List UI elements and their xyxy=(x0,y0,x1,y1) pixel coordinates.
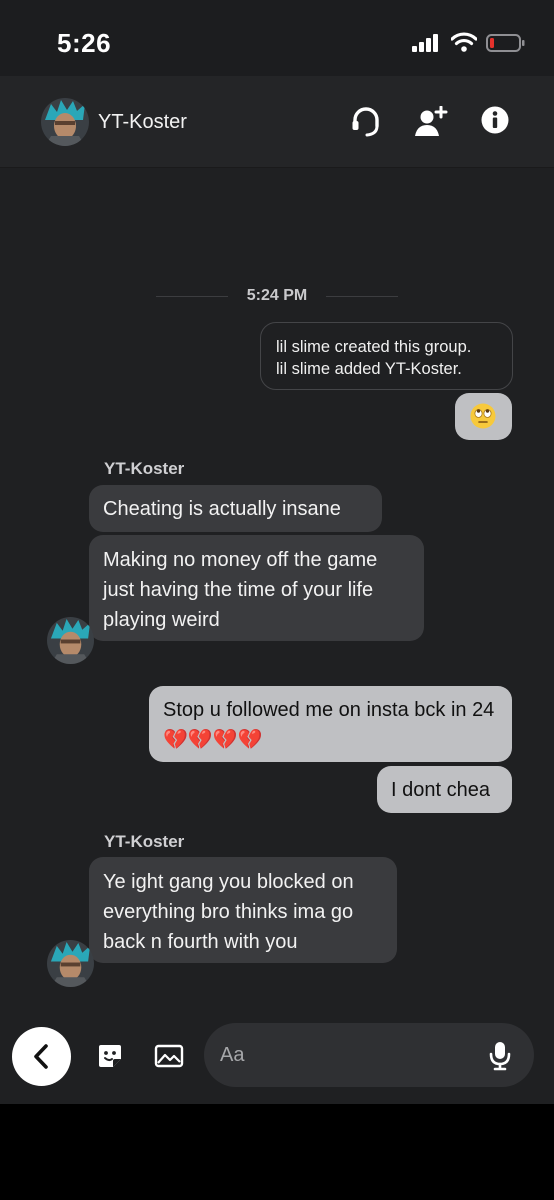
message-bubble-outgoing[interactable]: 🙄 xyxy=(455,393,512,440)
microphone-icon[interactable] xyxy=(489,1041,511,1071)
message-input[interactable]: Aa xyxy=(204,1023,534,1087)
message-text: Making no money off the game just having… xyxy=(103,549,378,631)
back-chevron-icon xyxy=(34,1044,48,1069)
chat-screen: 5:26 YT-Koster 5:24 PM lil slime created… xyxy=(0,0,554,1104)
message-text: Stop u followed me on insta bck in 24💔💔💔… xyxy=(163,699,495,751)
status-bar: 5:26 xyxy=(0,0,554,76)
image-icon[interactable] xyxy=(154,1042,184,1070)
info-icon[interactable] xyxy=(481,106,509,134)
chat-header: YT-Koster xyxy=(0,76,554,168)
system-note-line: lil slime added YT-Koster. xyxy=(276,360,462,378)
message-text: I dont chea xyxy=(391,779,490,801)
status-time: 5:26 xyxy=(57,28,112,58)
sticker-icon[interactable] xyxy=(96,1042,124,1070)
headset-icon[interactable] xyxy=(351,106,381,138)
wifi-icon xyxy=(451,32,477,52)
cellular-signal-icon xyxy=(412,34,438,52)
sender-name: YT-Koster xyxy=(104,459,185,478)
sender-avatar[interactable] xyxy=(47,940,94,987)
system-note-line: lil slime created this group. xyxy=(276,338,472,356)
message-text: Ye ight gang you blocked on everything b… xyxy=(103,871,354,953)
eye-roll-emoji-icon xyxy=(470,403,496,429)
sender-name: YT-Koster xyxy=(104,832,185,851)
message-input-placeholder: Aa xyxy=(220,1044,245,1066)
message-bubble-incoming[interactable]: Cheating is actually insane xyxy=(89,485,382,532)
timestamp-divider: 5:24 PM xyxy=(156,287,398,307)
contact-name[interactable]: YT-Koster xyxy=(98,111,187,134)
message-bubble-outgoing[interactable]: I dont chea xyxy=(377,766,512,813)
message-bubble-incoming[interactable]: Making no money off the game just having… xyxy=(89,535,424,641)
divider-line xyxy=(326,296,398,297)
message-bubble-outgoing[interactable]: Stop u followed me on insta bck in 24💔💔💔… xyxy=(149,686,512,762)
back-button[interactable] xyxy=(12,1027,71,1086)
battery-low-icon xyxy=(486,34,525,52)
contact-avatar[interactable] xyxy=(41,98,89,146)
system-note: lil slime created this group. lil slime … xyxy=(260,322,513,390)
add-friend-icon[interactable] xyxy=(414,106,448,138)
message-text: Cheating is actually insane xyxy=(103,498,341,520)
sender-avatar[interactable] xyxy=(47,617,94,664)
message-bubble-incoming[interactable]: Ye ight gang you blocked on everything b… xyxy=(89,857,397,963)
